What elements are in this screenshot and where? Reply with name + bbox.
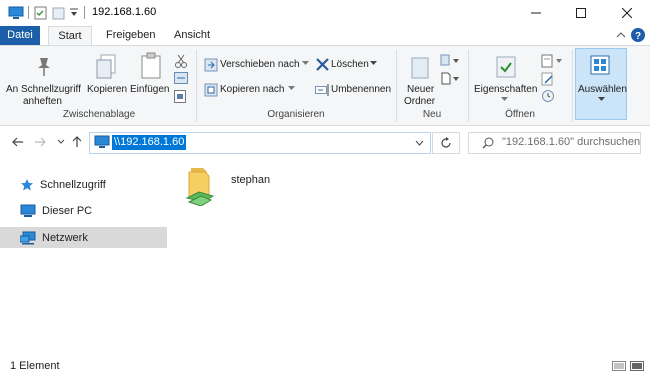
chevron-down-icon: [302, 61, 309, 66]
paste-button[interactable]: Einfügen: [130, 84, 169, 95]
copy-button[interactable]: Kopieren: [87, 84, 127, 95]
computer-icon: [20, 204, 36, 217]
copy-to-button[interactable]: Kopieren nach: [220, 84, 285, 95]
cut-icon[interactable]: [175, 54, 187, 68]
organize-group-label: Organisieren: [267, 109, 325, 120]
group-separator: [572, 50, 573, 122]
minimize-button[interactable]: [513, 0, 559, 26]
network-computer-icon: [94, 135, 110, 149]
paste-icon: [140, 52, 162, 80]
new-folder-quick-icon[interactable]: [52, 6, 66, 20]
open-group-label: Öffnen: [505, 109, 535, 120]
refresh-icon: [441, 137, 451, 148]
collapse-ribbon-icon[interactable]: [616, 31, 626, 39]
delete-icon: [316, 58, 329, 71]
new-folder-label2: Ordner: [404, 96, 436, 107]
move-to-icon: [204, 58, 218, 72]
open-icon[interactable]: [541, 54, 563, 68]
address-path-text[interactable]: \\192.168.1.60: [112, 135, 187, 150]
rename-button[interactable]: Umbenennen: [331, 84, 391, 95]
help-icon[interactable]: ?: [631, 28, 645, 42]
new-folder-icon: [410, 56, 430, 80]
delete-button[interactable]: Löschen: [331, 59, 369, 70]
tab-start[interactable]: Start: [48, 26, 92, 46]
forward-arrow-icon[interactable]: [32, 134, 48, 150]
new-group-label: Neu: [422, 109, 442, 120]
svg-text:?: ?: [635, 31, 641, 42]
network-icon: [20, 231, 36, 244]
new-folder-button[interactable]: Neuer: [407, 84, 434, 95]
back-arrow-icon[interactable]: [10, 134, 26, 150]
history-icon[interactable]: [541, 89, 555, 103]
nav-label: Dieser PC: [42, 204, 93, 217]
details-view-icon[interactable]: [612, 361, 626, 371]
copy-to-icon: [204, 83, 218, 97]
tab-file[interactable]: Datei: [0, 26, 40, 46]
large-icons-view-icon[interactable]: [630, 361, 644, 371]
maximize-button[interactable]: [558, 0, 604, 26]
pin-quick-access-button[interactable]: An Schnellzugriff: [6, 84, 81, 95]
search-icon: [482, 137, 494, 149]
properties-button[interactable]: Eigenschaften: [474, 84, 537, 95]
up-arrow-icon[interactable]: [69, 134, 85, 150]
nav-label: Netzwerk: [42, 231, 88, 244]
separator: [84, 6, 85, 19]
nav-item-quick-access[interactable]: Schnellzugriff: [0, 174, 167, 195]
group-separator: [396, 50, 397, 122]
tab-share[interactable]: Freigeben: [98, 26, 164, 46]
properties-icon: [495, 55, 517, 79]
window-title: 192.168.1.60: [92, 6, 157, 18]
nav-item-network[interactable]: Netzwerk: [0, 227, 167, 248]
address-dropdown-icon[interactable]: [415, 140, 424, 146]
close-button[interactable]: [604, 0, 650, 26]
pin-icon: [34, 56, 54, 78]
properties-quick-icon[interactable]: [34, 6, 48, 20]
pin-quick-access-label2: anheften: [23, 96, 62, 107]
chevron-down-icon: [598, 97, 605, 102]
group-separator: [468, 50, 469, 122]
explorer-app-icon[interactable]: [8, 6, 24, 20]
clipboard-group-label: Zwischenablage: [62, 109, 136, 120]
select-button-label: Auswählen: [578, 84, 627, 95]
status-item-count: 1 Element: [10, 360, 60, 372]
nav-label: Schnellzugriff: [40, 178, 106, 191]
shared-folder-icon[interactable]: [185, 164, 215, 206]
rename-icon: [315, 84, 331, 96]
star-icon: [21, 178, 33, 190]
separator: [28, 6, 29, 19]
folder-name[interactable]: stephan: [231, 174, 270, 186]
recent-locations-icon[interactable]: [53, 134, 69, 150]
easy-access-icon[interactable]: [440, 72, 460, 86]
refresh-button[interactable]: [432, 132, 460, 154]
paste-shortcut-icon[interactable]: [174, 90, 186, 103]
tab-view[interactable]: Ansicht: [166, 26, 218, 46]
chevron-down-icon: [370, 61, 377, 66]
customize-quick-access-icon[interactable]: [70, 8, 78, 18]
copy-path-icon[interactable]: [174, 72, 188, 84]
move-to-button[interactable]: Verschieben nach: [220, 59, 300, 70]
nav-item-this-pc[interactable]: Dieser PC: [0, 200, 167, 221]
chevron-down-icon: [288, 86, 295, 91]
edit-icon[interactable]: [541, 72, 555, 86]
chevron-down-icon: [501, 97, 508, 102]
new-item-icon[interactable]: [440, 54, 460, 68]
select-grid-icon: [590, 55, 610, 75]
group-separator: [196, 50, 197, 122]
search-input[interactable]: "192.168.1.60" durchsuchen: [502, 136, 640, 148]
copy-icon: [95, 54, 117, 80]
